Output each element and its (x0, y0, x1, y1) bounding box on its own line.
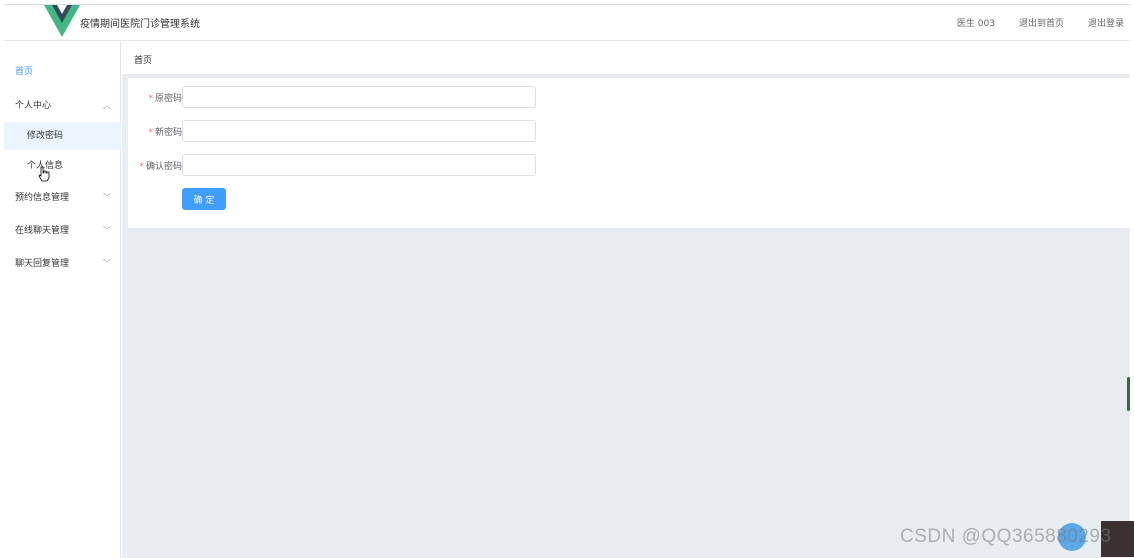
sidebar-item-appointment-mgmt[interactable]: 预约信息管理 ﹀ (4, 184, 121, 212)
sidebar-item-label: 首页 (15, 67, 34, 77)
new-password-label: * 新密码 (148, 125, 182, 138)
header-links: 医生 003 退出到首页 退出登录 (957, 16, 1124, 29)
breadcrumb-bar: 首页 (122, 42, 1130, 74)
back-to-home-link[interactable]: 退出到首页 (1019, 16, 1064, 29)
old-password-label: * 原密码 (148, 91, 182, 104)
sidebar-item-personal-info[interactable]: 个人信息 (4, 152, 121, 180)
sidebar-item-label: 预约信息管理 (15, 193, 70, 203)
sidebar-item-personal-center[interactable]: 个人中心 ︿ (4, 92, 121, 120)
breadcrumb[interactable]: 首页 (134, 53, 152, 66)
main-content: 首页 * 原密码 * 新密码 * 确认密码 确 定 (122, 42, 1130, 558)
sidebar-item-label: 聊天回复管理 (15, 259, 70, 269)
sidebar: 首页 个人中心 ︿ 修改密码 个人信息 预约信息管理 ﹀ 在线聊天管理 ﹀ 聊天… (4, 42, 121, 558)
form-row-confirm-password: * 确认密码 (128, 154, 548, 176)
current-user-label: 医生 003 (956, 19, 995, 29)
chevron-down-icon: ﹀ (103, 226, 111, 235)
logout-link[interactable]: 退出登录 (1088, 16, 1124, 29)
sidebar-item-home[interactable]: 首页 (4, 58, 121, 86)
chevron-up-icon: ︿ (103, 101, 111, 110)
sidebar-item-label: 修改密码 (27, 131, 64, 141)
confirm-password-label-text: 确认密码 (145, 162, 182, 172)
required-mark: * (148, 94, 153, 104)
confirm-password-label: * 确认密码 (139, 159, 182, 172)
app-title: 疫情期间医院门诊管理系统 (80, 19, 200, 30)
new-password-input[interactable] (182, 120, 536, 142)
submit-button[interactable]: 确 定 (182, 188, 226, 210)
required-mark: * (139, 162, 144, 172)
chevron-down-icon: ﹀ (103, 259, 111, 268)
sidebar-item-change-password[interactable]: 修改密码 (4, 122, 121, 150)
chevron-down-icon: ﹀ (103, 193, 111, 202)
old-password-input[interactable] (182, 86, 536, 108)
form-row-old-password: * 原密码 (128, 86, 548, 108)
watermark-text: CSDN @QQ3658802​93 (900, 526, 1112, 547)
sidebar-item-chat-reply-mgmt[interactable]: 聊天回复管理 ﹀ (4, 250, 121, 278)
change-password-form: * 原密码 * 新密码 * 确认密码 确 定 (128, 78, 1130, 228)
new-password-label-text: 新密码 (154, 128, 182, 138)
form-row-new-password: * 新密码 (128, 120, 548, 142)
scroll-handle[interactable] (1127, 377, 1130, 411)
required-mark: * (148, 128, 153, 138)
sidebar-item-online-chat-mgmt[interactable]: 在线聊天管理 ﹀ (4, 217, 121, 245)
vue-logo-icon (44, 5, 80, 37)
old-password-label-text: 原密码 (154, 94, 182, 104)
app-window: 疫情期间医院门诊管理系统 医生 003 退出到首页 退出登录 首页 个人中心 ︿… (4, 4, 1130, 558)
sidebar-item-label: 在线聊天管理 (15, 226, 70, 236)
hand-pointer-icon (38, 166, 50, 182)
sidebar-item-label: 个人中心 (15, 101, 52, 111)
top-header: 疫情期间医院门诊管理系统 医生 003 退出到首页 退出登录 (4, 5, 1130, 41)
confirm-password-input[interactable] (182, 154, 536, 176)
